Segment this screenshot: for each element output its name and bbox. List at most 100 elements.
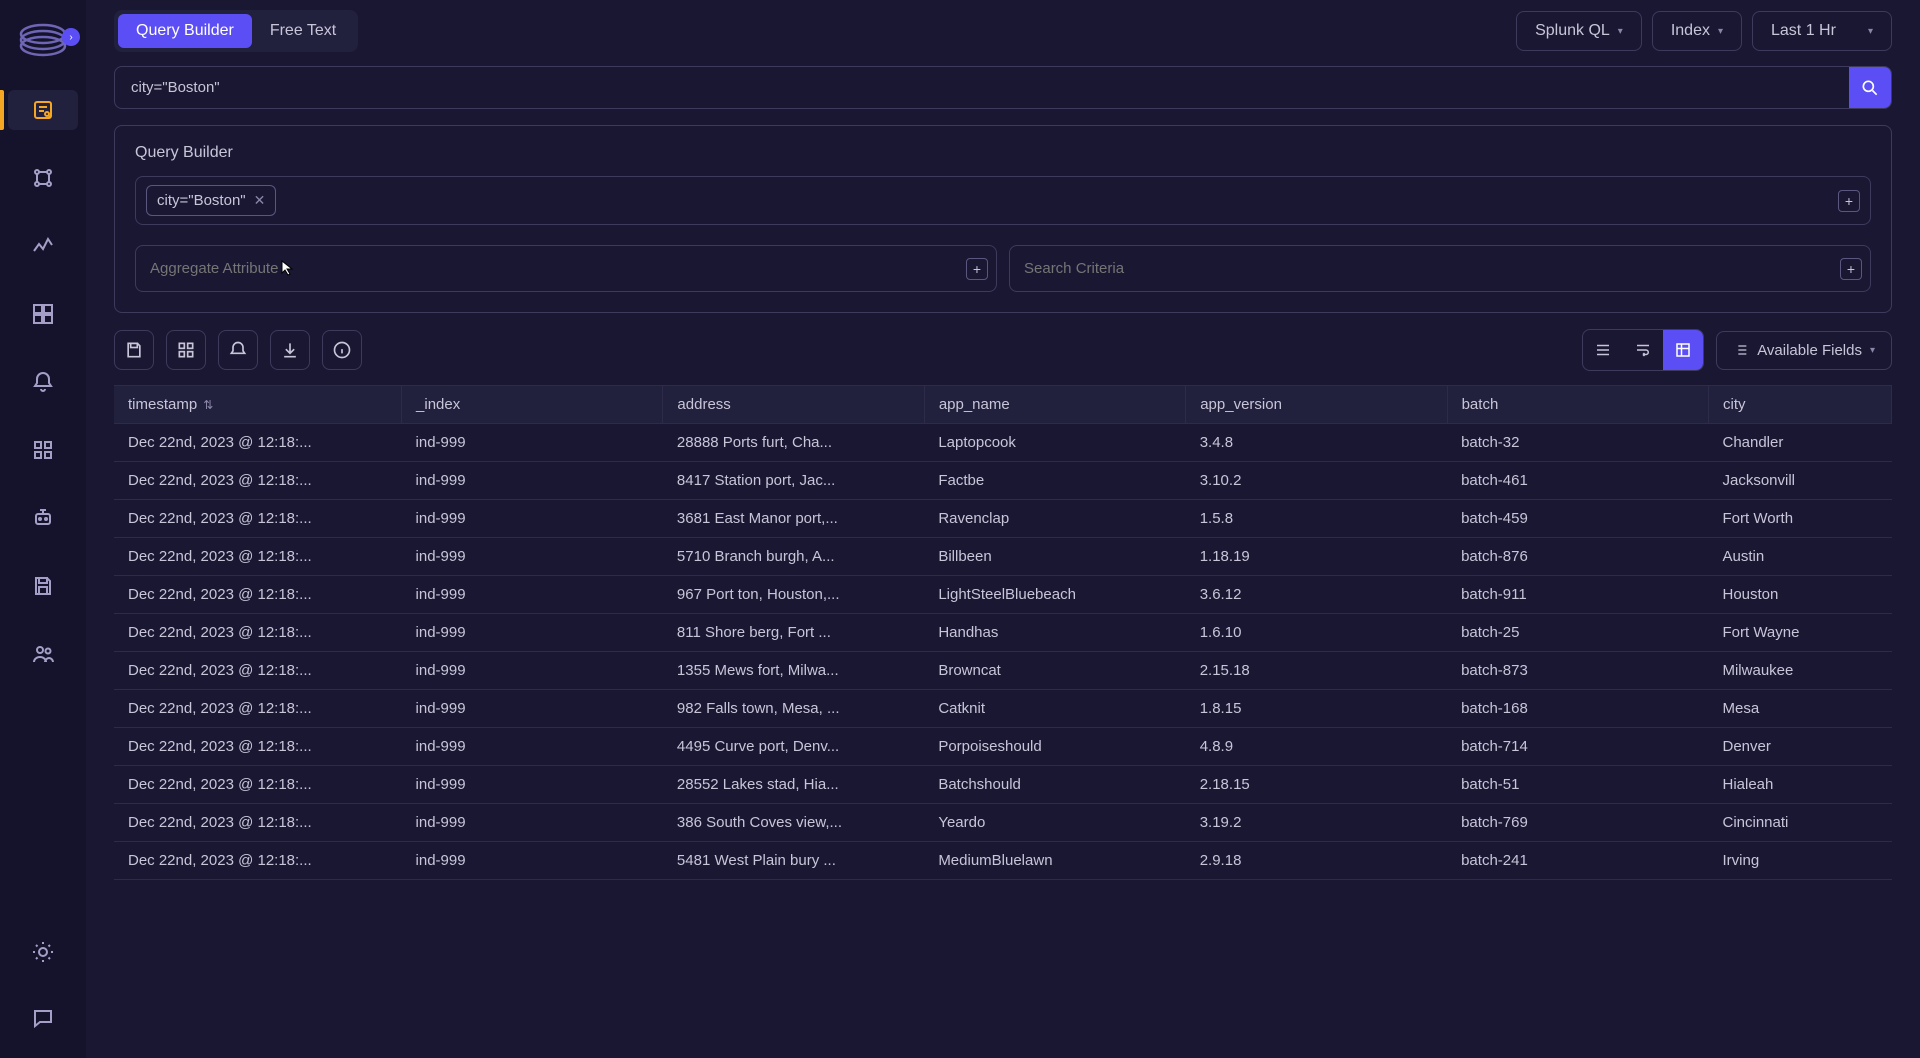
table-row[interactable]: Dec 22nd, 2023 @ 12:18:...ind-9995710 Br…: [114, 538, 1892, 576]
cell-address: 982 Falls town, Mesa, ...: [663, 690, 924, 728]
table-row[interactable]: Dec 22nd, 2023 @ 12:18:...ind-9991355 Me…: [114, 652, 1892, 690]
download-button[interactable]: [270, 330, 310, 370]
cell-_index: ind-999: [402, 538, 663, 576]
table-row[interactable]: Dec 22nd, 2023 @ 12:18:...ind-99928888 P…: [114, 424, 1892, 462]
search-button[interactable]: [1849, 67, 1891, 108]
nav-dashboards[interactable]: [8, 294, 78, 334]
available-fields-button[interactable]: Available Fields ▾: [1716, 331, 1892, 370]
cell-address: 4495 Curve port, Denv...: [663, 728, 924, 766]
language-dropdown[interactable]: Splunk QL ▾: [1516, 11, 1642, 51]
column-header-batch[interactable]: batch: [1447, 386, 1708, 424]
alert-button[interactable]: [218, 330, 258, 370]
search-input[interactable]: [115, 67, 1849, 108]
table-row[interactable]: Dec 22nd, 2023 @ 12:18:...ind-999967 Por…: [114, 576, 1892, 614]
aggregate-attribute-input[interactable]: [150, 250, 966, 287]
table-row[interactable]: Dec 22nd, 2023 @ 12:18:...ind-9994495 Cu…: [114, 728, 1892, 766]
view-list[interactable]: [1583, 330, 1623, 370]
column-header-app_name[interactable]: app_name: [924, 386, 1185, 424]
main-content: Query Builder Free Text Splunk QL ▾ Inde…: [86, 0, 1920, 1058]
grid-button[interactable]: [166, 330, 206, 370]
view-wrap[interactable]: [1623, 330, 1663, 370]
cell-timestamp: Dec 22nd, 2023 @ 12:18:...: [114, 766, 402, 804]
nav-save[interactable]: [8, 566, 78, 606]
index-value: Index: [1671, 22, 1710, 40]
column-header-address[interactable]: address: [663, 386, 924, 424]
nav-users[interactable]: [8, 634, 78, 674]
cell-timestamp: Dec 22nd, 2023 @ 12:18:...: [114, 462, 402, 500]
nav-chat[interactable]: [8, 998, 78, 1038]
table-row[interactable]: Dec 22nd, 2023 @ 12:18:...ind-999811 Sho…: [114, 614, 1892, 652]
cell-timestamp: Dec 22nd, 2023 @ 12:18:...: [114, 538, 402, 576]
cell-_index: ind-999: [402, 614, 663, 652]
info-button[interactable]: [322, 330, 362, 370]
cell-address: 811 Shore berg, Fort ...: [663, 614, 924, 652]
cell-app_version: 1.8.15: [1186, 690, 1447, 728]
table-row[interactable]: Dec 22nd, 2023 @ 12:18:...ind-9993681 Ea…: [114, 500, 1892, 538]
nav-bot[interactable]: [8, 498, 78, 538]
cell-app_name: Yeardo: [924, 804, 1185, 842]
cell-city: Fort Wayne: [1708, 614, 1891, 652]
cell-city: Fort Worth: [1708, 500, 1891, 538]
results-table-wrap[interactable]: timestamp⇅_indexaddressapp_nameapp_versi…: [114, 385, 1892, 1058]
available-fields-label: Available Fields: [1757, 342, 1862, 359]
table-row[interactable]: Dec 22nd, 2023 @ 12:18:...ind-9998417 St…: [114, 462, 1892, 500]
cell-app_version: 3.10.2: [1186, 462, 1447, 500]
table-row[interactable]: Dec 22nd, 2023 @ 12:18:...ind-999982 Fal…: [114, 690, 1892, 728]
nav-metrics[interactable]: [8, 226, 78, 266]
cell-batch: batch-876: [1447, 538, 1708, 576]
tab-query-builder[interactable]: Query Builder: [118, 14, 252, 48]
cell-timestamp: Dec 22nd, 2023 @ 12:18:...: [114, 690, 402, 728]
cell-batch: batch-51: [1447, 766, 1708, 804]
cell-_index: ind-999: [402, 804, 663, 842]
cell-app_version: 2.15.18: [1186, 652, 1447, 690]
remove-chip-icon[interactable]: ✕: [254, 192, 266, 209]
expand-sidebar-button[interactable]: ›: [62, 28, 80, 46]
nav-alerts[interactable]: [8, 362, 78, 402]
save-button[interactable]: [114, 330, 154, 370]
nav-apps[interactable]: [8, 430, 78, 470]
nav-logs[interactable]: [8, 90, 78, 130]
add-aggregate-button[interactable]: +: [966, 258, 988, 280]
cell-batch: batch-873: [1447, 652, 1708, 690]
cell-city: Milwaukee: [1708, 652, 1891, 690]
sidebar: ›: [0, 0, 86, 1058]
cell-batch: batch-911: [1447, 576, 1708, 614]
time-range-dropdown[interactable]: Last 1 Hr ▾: [1752, 11, 1892, 51]
cell-address: 386 South Coves view,...: [663, 804, 924, 842]
cell-app_name: Catknit: [924, 690, 1185, 728]
search-bar: [114, 66, 1892, 109]
filter-chip[interactable]: city="Boston" ✕: [146, 185, 276, 216]
add-filter-button[interactable]: +: [1838, 190, 1860, 212]
tab-free-text[interactable]: Free Text: [252, 14, 354, 48]
add-criteria-button[interactable]: +: [1840, 258, 1862, 280]
column-header-city[interactable]: city: [1708, 386, 1891, 424]
nav-traces[interactable]: [8, 158, 78, 198]
cell-timestamp: Dec 22nd, 2023 @ 12:18:...: [114, 804, 402, 842]
cell-_index: ind-999: [402, 424, 663, 462]
view-table[interactable]: [1663, 330, 1703, 370]
cell-app_name: MediumBluelawn: [924, 842, 1185, 880]
column-header-_index[interactable]: _index: [402, 386, 663, 424]
cell-city: Chandler: [1708, 424, 1891, 462]
column-header-app_version[interactable]: app_version: [1186, 386, 1447, 424]
table-row[interactable]: Dec 22nd, 2023 @ 12:18:...ind-999386 Sou…: [114, 804, 1892, 842]
cell-city: Denver: [1708, 728, 1891, 766]
cell-app_version: 2.9.18: [1186, 842, 1447, 880]
index-dropdown[interactable]: Index ▾: [1652, 11, 1742, 51]
search-criteria-input[interactable]: [1024, 250, 1840, 287]
table-row[interactable]: Dec 22nd, 2023 @ 12:18:...ind-99928552 L…: [114, 766, 1892, 804]
query-builder-title: Query Builder: [135, 144, 1871, 162]
filter-chip-label: city="Boston": [157, 192, 246, 209]
query-builder-panel: Query Builder city="Boston" ✕ + + +: [114, 125, 1892, 313]
cell-address: 28888 Ports furt, Cha...: [663, 424, 924, 462]
nav-theme[interactable]: [8, 932, 78, 972]
table-row[interactable]: Dec 22nd, 2023 @ 12:18:...ind-9995481 We…: [114, 842, 1892, 880]
cell-_index: ind-999: [402, 842, 663, 880]
cell-city: Mesa: [1708, 690, 1891, 728]
column-header-timestamp[interactable]: timestamp⇅: [114, 386, 402, 424]
cell-timestamp: Dec 22nd, 2023 @ 12:18:...: [114, 424, 402, 462]
cell-app_version: 1.6.10: [1186, 614, 1447, 652]
chevron-down-icon: ▾: [1618, 26, 1623, 37]
logo[interactable]: ›: [16, 14, 70, 60]
cell-app_version: 3.4.8: [1186, 424, 1447, 462]
